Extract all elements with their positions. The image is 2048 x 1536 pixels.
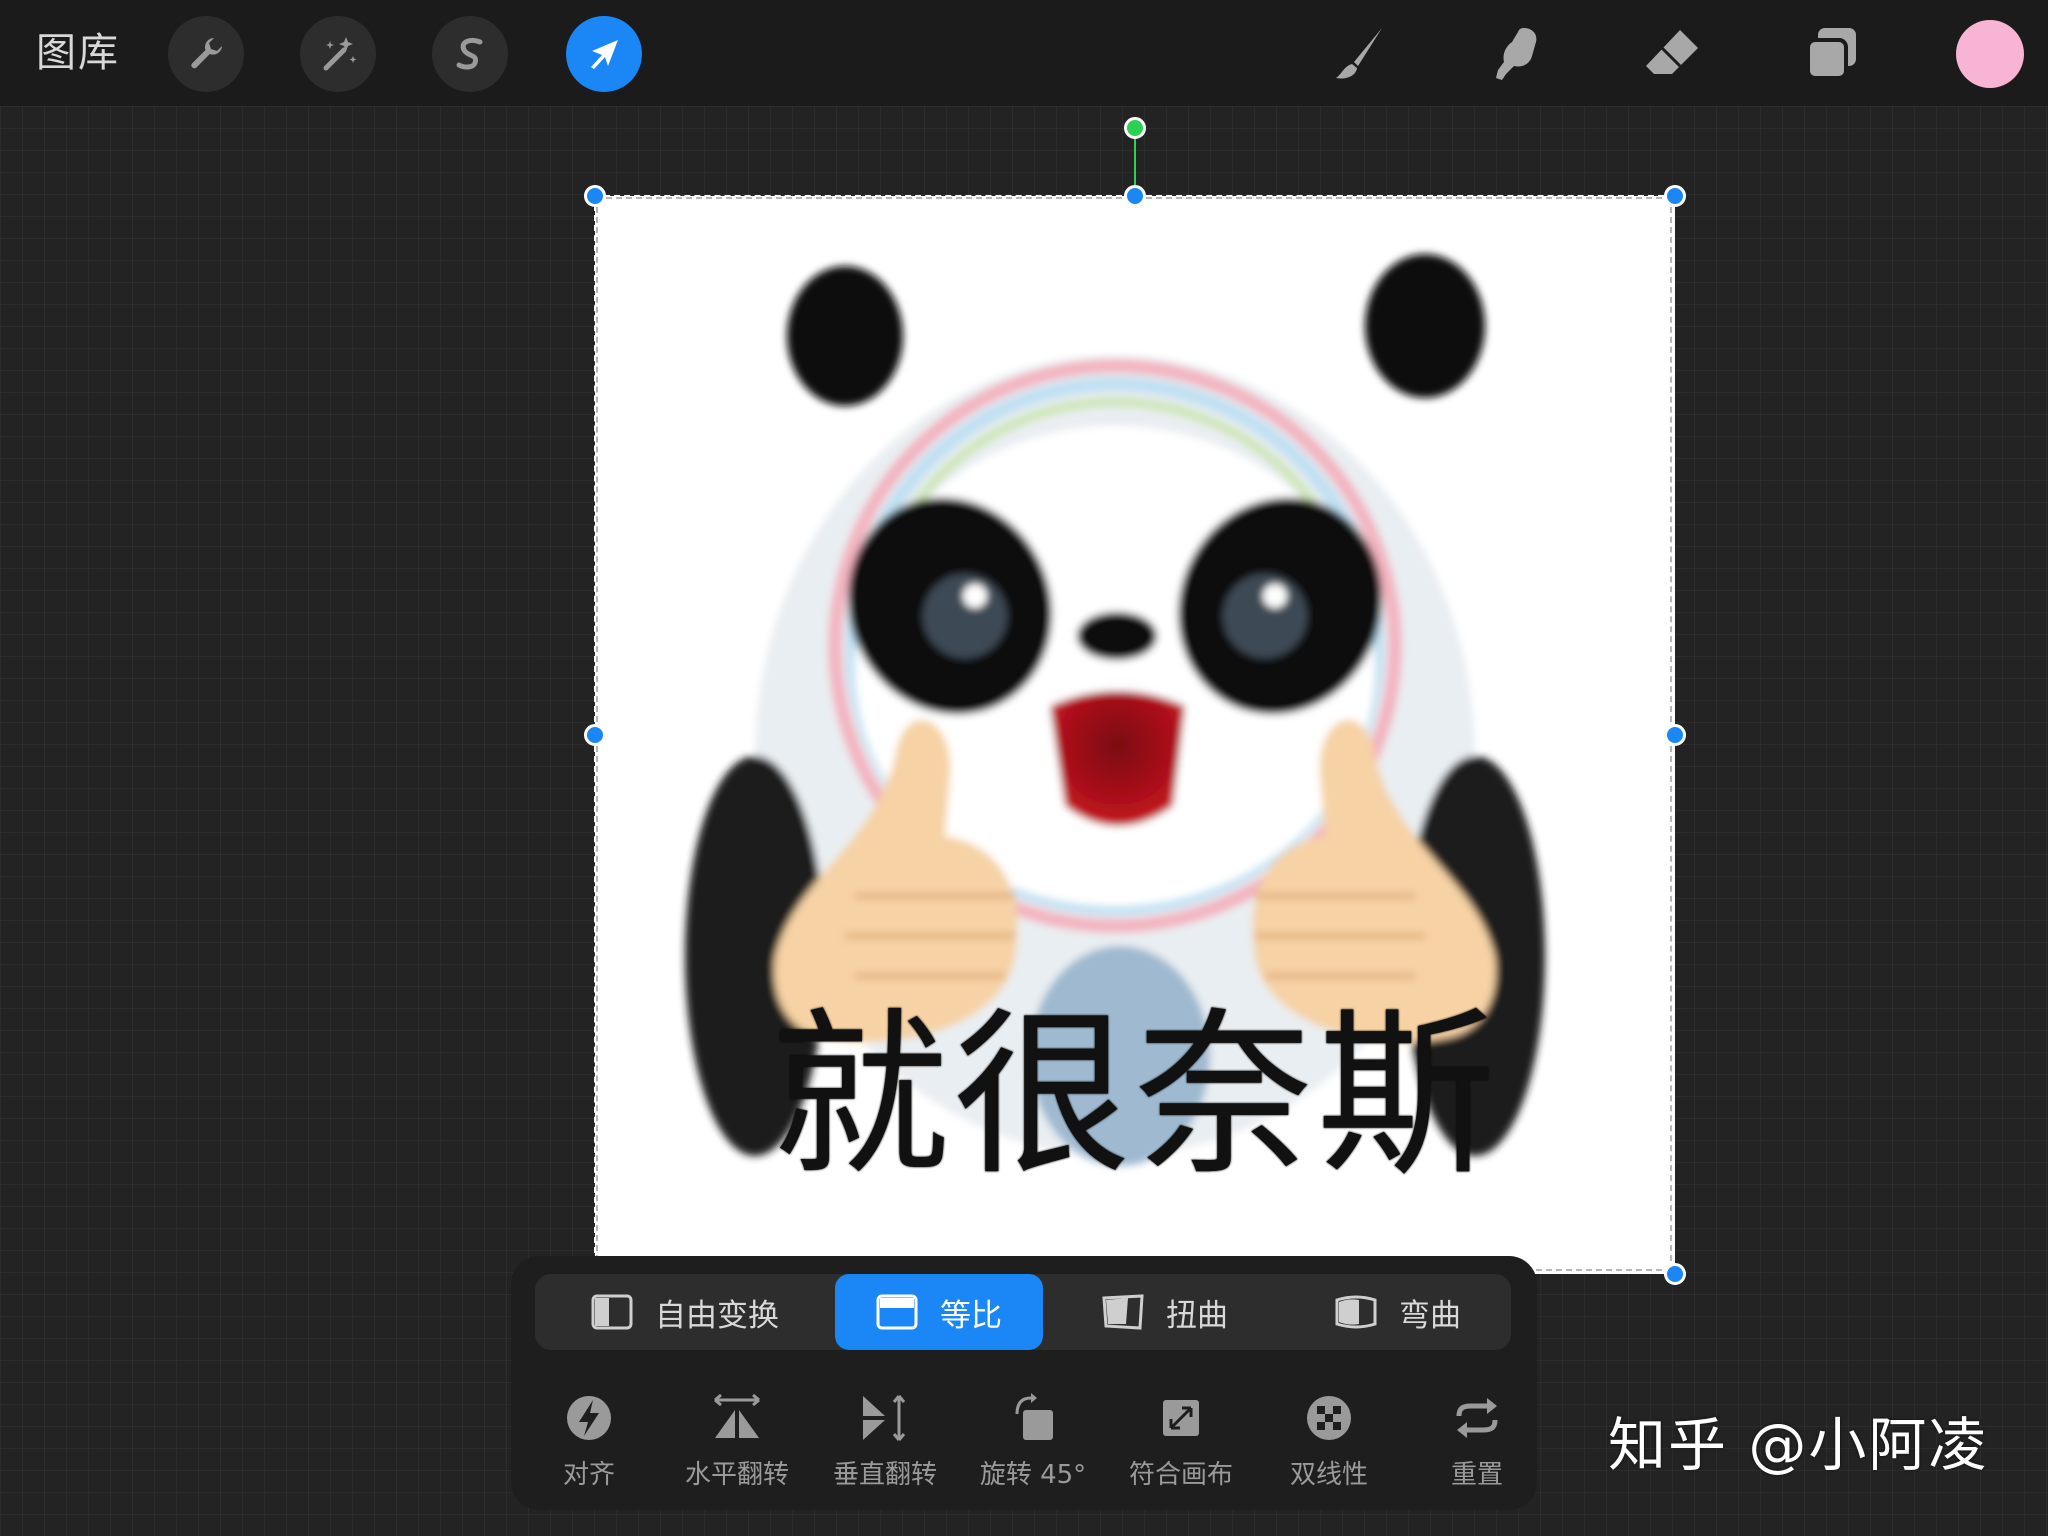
brush-button[interactable]: [1324, 18, 1396, 90]
uniform-mode-icon: [876, 1294, 918, 1330]
reset-label: 重置: [1450, 1460, 1503, 1490]
bilinear-button[interactable]: 双线性: [1259, 1392, 1399, 1502]
reset-button[interactable]: 重置: [1407, 1392, 1547, 1502]
smudge-button[interactable]: [1480, 18, 1552, 90]
watermark-text: 知乎 @小阿凌: [1608, 1411, 1989, 1479]
adjustments-button[interactable]: [300, 16, 376, 92]
mode-tab-uniform[interactable]: 等比: [835, 1274, 1043, 1350]
eraser-button[interactable]: [1636, 18, 1708, 90]
transform-mode-bar: 自由变换 等比 扭曲 弯曲: [535, 1274, 1511, 1350]
handle-top-center[interactable]: [1124, 185, 1146, 207]
selection-button[interactable]: [432, 16, 508, 92]
magic-wand-icon: [323, 37, 357, 71]
freeform-mode-icon: [591, 1294, 633, 1330]
flip-horizontal-label: 水平翻转: [684, 1460, 789, 1490]
fit-to-canvas-label: 符合画布: [1128, 1460, 1233, 1490]
top-toolbar: 图库: [0, 0, 2048, 106]
transform-panel: 自由变换 等比 扭曲 弯曲 对齐 水平翻转 垂直翻转 旋转 45° 符合画布 双…: [511, 1256, 1537, 1510]
reset-arrows-icon: [1456, 1398, 1498, 1438]
snapping-label: 对齐: [562, 1460, 615, 1490]
flip-vertical-label: 垂直翻转: [832, 1460, 937, 1490]
gallery-button[interactable]: 图库: [36, 26, 120, 80]
layers-button[interactable]: [1796, 18, 1868, 90]
distort-mode-icon: [1102, 1294, 1144, 1330]
handle-top-left[interactable]: [584, 185, 606, 207]
flip-vertical-button[interactable]: 垂直翻转: [815, 1392, 955, 1502]
warp-mode-icon: [1335, 1295, 1377, 1329]
bounding-box-dash: [596, 197, 1672, 1271]
handle-bottom-right[interactable]: [1664, 1263, 1686, 1285]
flip-horizontal-button[interactable]: 水平翻转: [667, 1392, 807, 1502]
rotate-45-button[interactable]: 旋转 45°: [963, 1392, 1103, 1502]
actions-button[interactable]: [168, 16, 244, 92]
flip-horizontal-icon: [714, 1393, 760, 1438]
brush-icon: [1336, 28, 1382, 79]
transform-button[interactable]: [566, 16, 642, 92]
layers-icon: [1806, 28, 1856, 80]
mode-label-freeform: 自由变换: [655, 1297, 779, 1334]
handle-middle-right[interactable]: [1664, 724, 1686, 746]
fit-to-canvas-button[interactable]: 符合画布: [1111, 1392, 1251, 1502]
fit-canvas-icon: [1163, 1400, 1199, 1436]
smudge-finger-icon: [1496, 28, 1537, 80]
mode-label-distort: 扭曲: [1166, 1297, 1228, 1334]
rotate-45-label: 旋转 45°: [979, 1460, 1087, 1490]
snapping-bolt-icon: [567, 1396, 611, 1440]
rotate-45-icon: [1015, 1393, 1053, 1440]
wrench-icon: [191, 37, 222, 69]
mode-tab-distort[interactable]: 扭曲: [1055, 1274, 1275, 1350]
mode-tab-warp[interactable]: 弯曲: [1285, 1274, 1511, 1350]
selection-s-icon: [456, 37, 483, 70]
mode-label-warp: 弯曲: [1399, 1297, 1461, 1334]
color-picker-button[interactable]: [1956, 20, 2024, 88]
mode-tab-freeform[interactable]: 自由变换: [535, 1274, 835, 1350]
mode-label-uniform: 等比: [940, 1297, 1002, 1334]
rotate-handle[interactable]: [1124, 117, 1146, 139]
bilinear-checker-icon: [1307, 1396, 1351, 1440]
eraser-icon: [1646, 30, 1698, 74]
handle-middle-left[interactable]: [584, 724, 606, 746]
flip-vertical-icon: [863, 1395, 906, 1441]
arrow-cursor-icon: [591, 40, 618, 69]
transform-bounding-box[interactable]: [594, 195, 1674, 1273]
handle-top-right[interactable]: [1664, 185, 1686, 207]
bilinear-label: 双线性: [1289, 1460, 1368, 1490]
snapping-button[interactable]: 对齐: [519, 1392, 659, 1502]
